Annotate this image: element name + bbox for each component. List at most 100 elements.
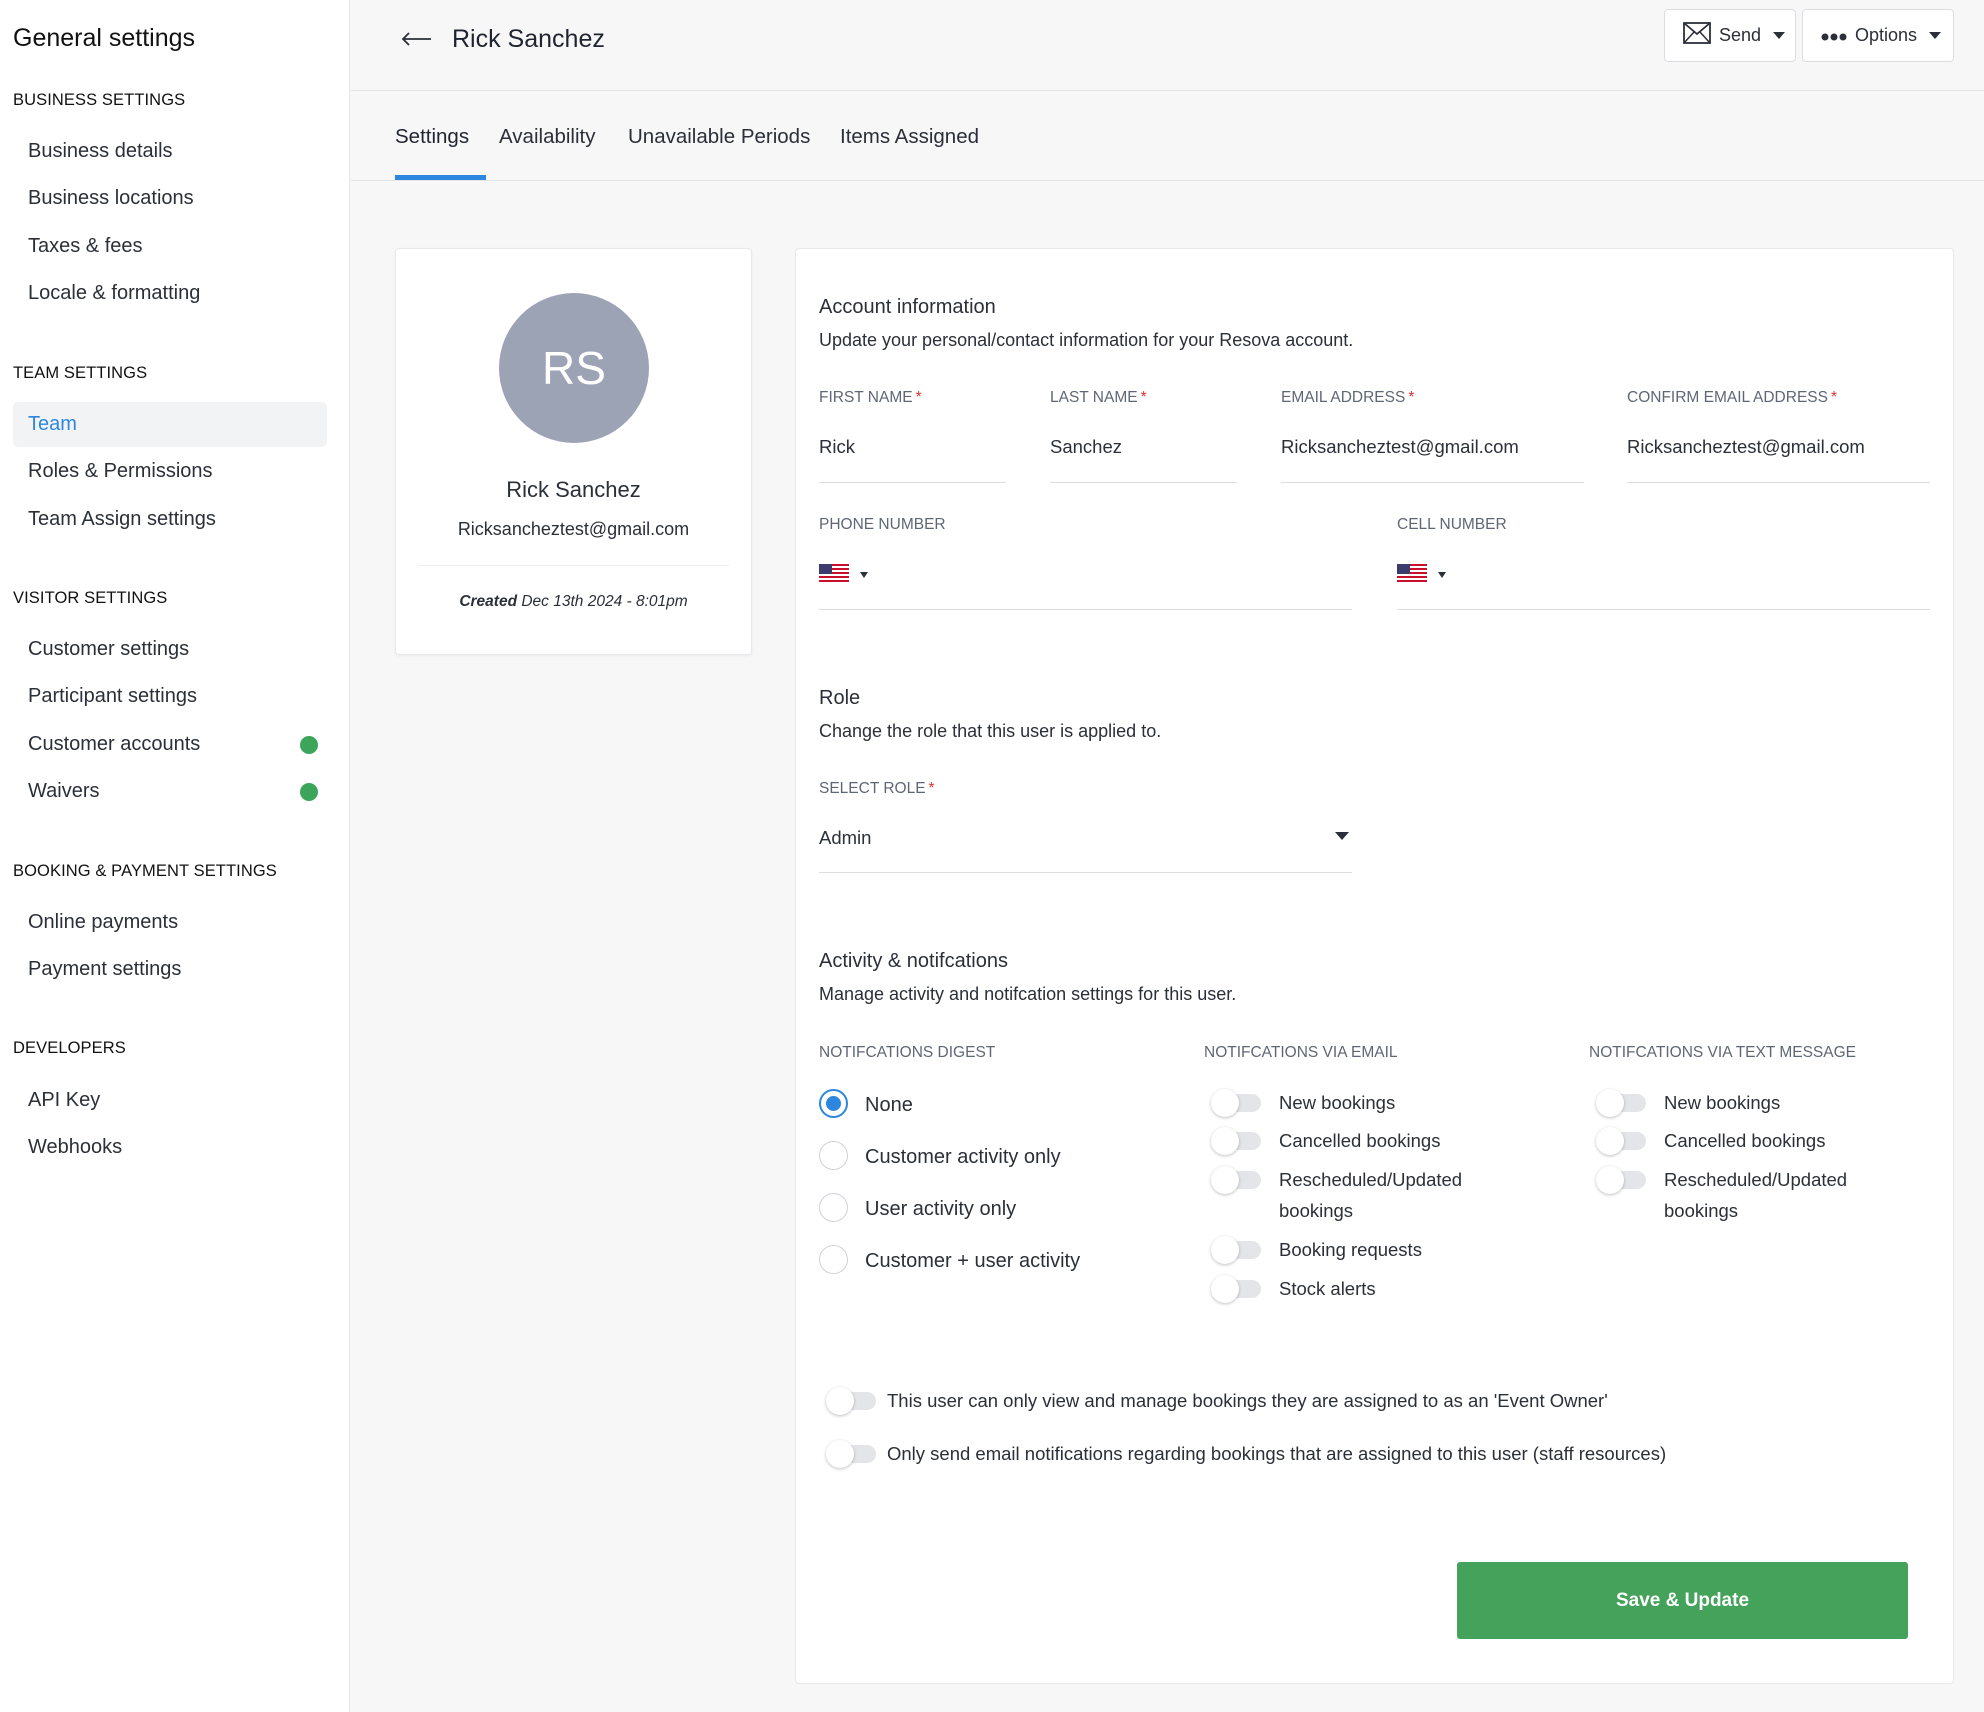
section-team-settings: TEAM SETTINGS	[13, 364, 148, 382]
status-dot	[300, 736, 318, 754]
section-developers: DEVELOPERS	[13, 1039, 126, 1057]
settings-card: Account information Update your personal…	[795, 248, 1954, 1684]
toggle-email-cancelled-bookings[interactable]	[1211, 1127, 1263, 1155]
sidebar-item-business-locations[interactable]: Business locations	[13, 176, 327, 221]
sidebar-item-team-assign-settings[interactable]: Team Assign settings	[13, 497, 327, 542]
toggle-text-rescheduled-bookings[interactable]	[1596, 1166, 1648, 1194]
email-notifications-label: NOTIFCATIONS VIA EMAIL	[1204, 1044, 1398, 1061]
toggle-label: Rescheduled/Updated	[1664, 1169, 1848, 1190]
account-section-title: Account information	[819, 296, 996, 318]
toggle-email-stock-alerts[interactable]	[1211, 1275, 1263, 1303]
radio-customer-user-activity[interactable]	[819, 1245, 848, 1274]
sidebar-item-roles-permissions[interactable]: Roles & Permissions	[13, 449, 327, 494]
role-select[interactable]: Admin	[819, 827, 871, 849]
section-booking-payment-settings: BOOKING & PAYMENT SETTINGS	[13, 862, 277, 880]
role-section-subtitle: Change the role that this user is applie…	[819, 721, 1162, 741]
toggle-email-rescheduled-bookings[interactable]	[1211, 1166, 1263, 1194]
toggle-text-new-bookings[interactable]	[1596, 1089, 1648, 1117]
toggle-label: Rescheduled/Updated	[1279, 1169, 1463, 1190]
toggle-label: Cancelled bookings	[1279, 1130, 1441, 1151]
account-section-subtitle: Update your personal/contact information…	[819, 330, 1354, 350]
page-title: Rick Sanchez	[452, 25, 605, 53]
caret-down-icon	[1438, 572, 1446, 578]
toggle-email-booking-requests[interactable]	[1211, 1236, 1263, 1264]
cell-label: CELL NUMBER	[1397, 516, 1507, 533]
email-field[interactable]: Ricksancheztest@gmail.com	[1281, 436, 1519, 458]
sidebar-item-business-details[interactable]: Business details	[13, 129, 327, 174]
sidebar-item-api-key[interactable]: API Key	[13, 1078, 327, 1123]
radio-label: Customer activity only	[865, 1146, 1061, 1168]
field-underline	[819, 482, 1006, 483]
sidebar-item-label: Business locations	[28, 187, 194, 209]
tab-unavailable-periods[interactable]: Unavailable Periods	[628, 125, 810, 149]
page-header: Rick Sanchez Send Options	[351, 0, 1984, 91]
section-business-settings: BUSINESS SETTINGS	[13, 91, 186, 109]
sidebar-item-participant-settings[interactable]: Participant settings	[13, 674, 327, 719]
toggle-event-owner-only[interactable]	[826, 1387, 878, 1415]
sidebar: General settings BUSINESS SETTINGS Busin…	[0, 0, 350, 1712]
toggle-email-new-bookings[interactable]	[1211, 1089, 1263, 1117]
profile-name: Rick Sanchez	[506, 477, 641, 502]
field-underline	[1050, 482, 1237, 483]
email-label: EMAIL ADDRESS *	[1281, 389, 1415, 406]
phone-label: PHONE NUMBER	[819, 516, 946, 533]
caret-down-icon	[860, 572, 868, 578]
toggle-label: New bookings	[1279, 1092, 1396, 1113]
radio-label: Customer + user activity	[865, 1250, 1081, 1272]
sidebar-item-label: Taxes & fees	[28, 235, 143, 257]
radio-user-activity[interactable]	[819, 1193, 848, 1222]
digest-label: NOTIFCATIONS DIGEST	[819, 1044, 996, 1061]
field-underline	[1281, 482, 1584, 483]
cell-input[interactable]	[1397, 609, 1930, 610]
sidebar-item-webhooks[interactable]: Webhooks	[13, 1125, 327, 1170]
divider	[418, 565, 729, 566]
tab-settings[interactable]: Settings	[395, 125, 469, 149]
toggle-staff-resources-only[interactable]	[826, 1440, 878, 1468]
save-update-button[interactable]: Save & Update	[1457, 1562, 1908, 1639]
sidebar-item-label: Payment settings	[28, 958, 182, 980]
radio-customer-activity[interactable]	[819, 1141, 848, 1170]
send-button[interactable]: Send	[1664, 9, 1796, 62]
sidebar-item-customer-accounts[interactable]: Customer accounts	[13, 722, 327, 767]
options-button[interactable]: Options	[1802, 9, 1954, 62]
sidebar-item-label: API Key	[28, 1089, 101, 1111]
us-flag-icon[interactable]	[1397, 564, 1427, 582]
sidebar-item-label: Online payments	[28, 911, 179, 933]
options-label: Options	[1855, 25, 1918, 45]
radio-label: None	[865, 1094, 913, 1116]
sidebar-item-label: Roles & Permissions	[28, 460, 213, 482]
tab-items-assigned[interactable]: Items Assigned	[840, 125, 979, 149]
tab-bar: Settings Availability Unavailable Period…	[351, 91, 1984, 181]
sidebar-item-taxes-fees[interactable]: Taxes & fees	[13, 224, 327, 269]
tab-availability[interactable]: Availability	[499, 125, 595, 149]
sidebar-item-payment-settings[interactable]: Payment settings	[13, 947, 327, 992]
status-dot	[300, 783, 318, 801]
sidebar-item-team[interactable]: Team	[13, 402, 327, 447]
send-label: Send	[1719, 25, 1762, 45]
created-label: Created	[459, 593, 518, 610]
sidebar-item-online-payments[interactable]: Online payments	[13, 900, 327, 945]
caret-down-icon	[1335, 832, 1349, 840]
toggle-label: Cancelled bookings	[1664, 1130, 1826, 1151]
toggle-label-continued: bookings	[1664, 1200, 1739, 1221]
text-notifications-label: NOTIFCATIONS VIA TEXT MESSAGE	[1589, 1044, 1856, 1061]
more-dots-icon	[1821, 25, 1847, 46]
us-flag-icon[interactable]	[819, 564, 849, 582]
back-arrow-icon[interactable]	[399, 24, 433, 54]
sidebar-item-label: Team Assign settings	[28, 508, 216, 530]
toggle-label: Stock alerts	[1279, 1278, 1376, 1299]
first-name-label: FIRST NAME *	[819, 389, 922, 406]
toggle-text-cancelled-bookings[interactable]	[1596, 1127, 1648, 1155]
sidebar-item-locale-formatting[interactable]: Locale & formatting	[13, 271, 327, 316]
section-visitor-settings: VISITOR SETTINGS	[13, 589, 168, 607]
first-name-field[interactable]: Rick	[819, 436, 855, 458]
last-name-field[interactable]: Sanchez	[1050, 436, 1122, 458]
envelope-icon	[1683, 22, 1711, 49]
sidebar-item-waivers[interactable]: Waivers	[13, 769, 327, 814]
phone-input[interactable]	[819, 609, 1352, 610]
toggle-label: Booking requests	[1279, 1239, 1422, 1260]
sidebar-item-customer-settings[interactable]: Customer settings	[13, 627, 327, 672]
confirm-email-field[interactable]: Ricksancheztest@gmail.com	[1627, 436, 1865, 458]
radio-none[interactable]	[819, 1089, 848, 1118]
role-section-title: Role	[819, 687, 861, 709]
